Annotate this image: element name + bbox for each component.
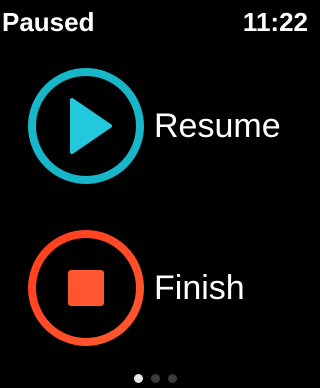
- page-dot-3: [167, 374, 177, 383]
- finish-button[interactable]: Finish: [26, 228, 306, 348]
- resume-button[interactable]: Resume: [26, 66, 306, 186]
- page-indicator: [0, 374, 310, 386]
- page-dot-2: [150, 374, 160, 383]
- page-dot-1: [133, 374, 143, 383]
- play-icon[interactable]: [26, 66, 146, 186]
- finish-label: Finish: [154, 269, 245, 307]
- clock-time: 11:22: [242, 7, 308, 37]
- screen-title: Paused: [2, 7, 95, 37]
- status-bar: Paused 11:22: [0, 6, 310, 38]
- resume-label: Resume: [154, 107, 281, 145]
- stop-icon[interactable]: [26, 228, 146, 348]
